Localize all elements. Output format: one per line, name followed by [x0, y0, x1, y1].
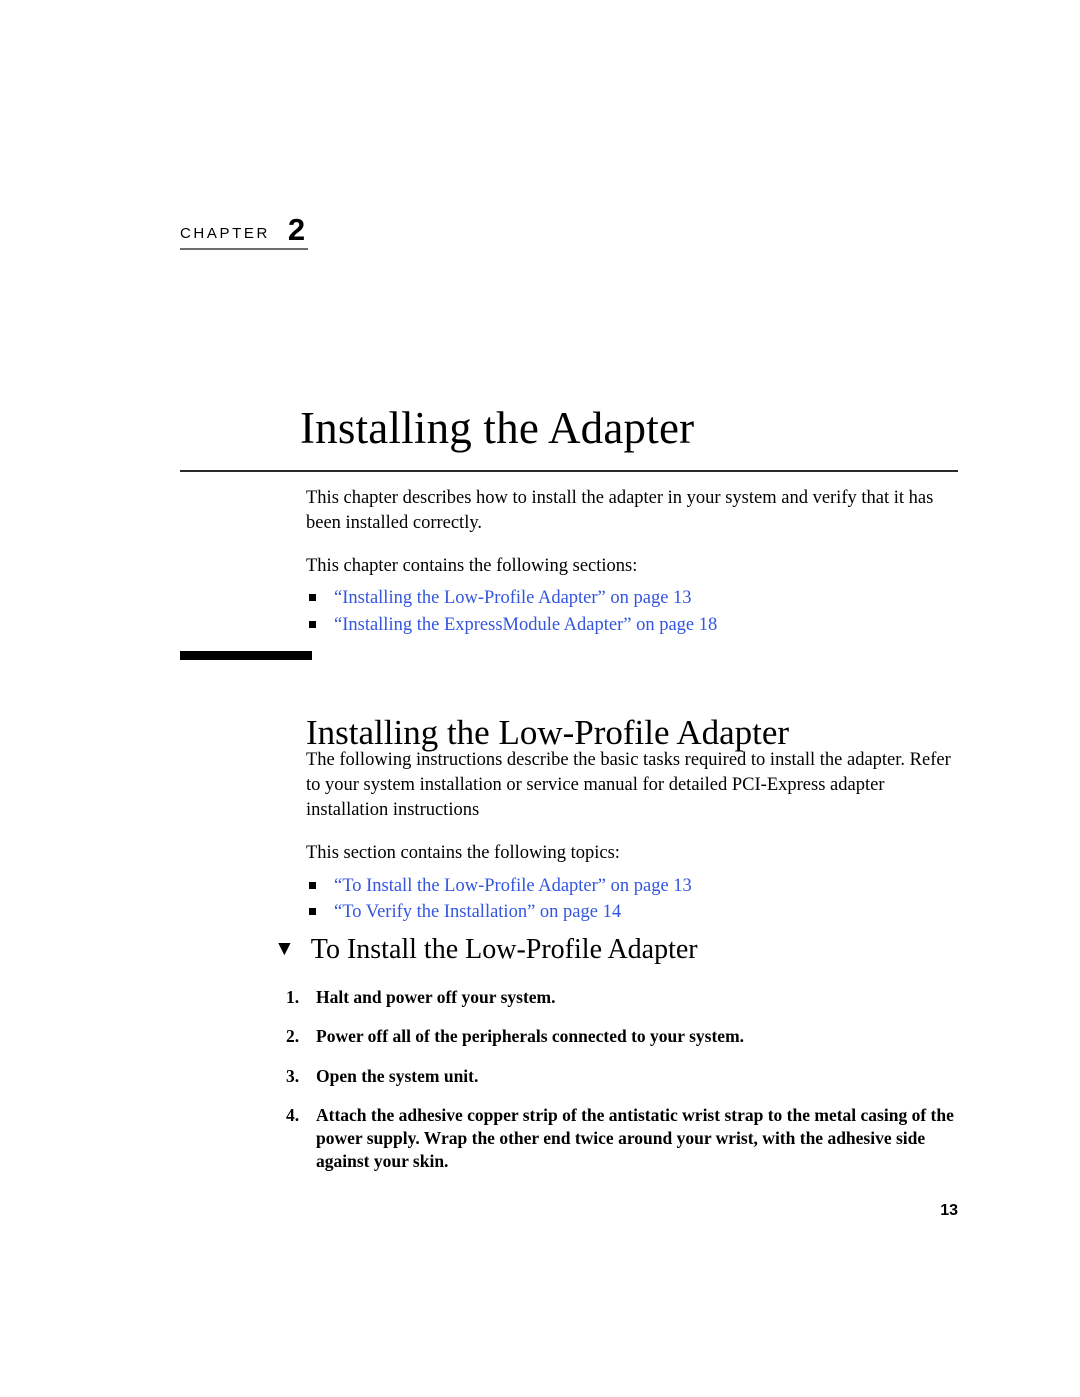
- chapter-eyebrow-row: CHAPTER 2: [180, 212, 480, 247]
- step-text: Halt and power off your system.: [316, 987, 556, 1007]
- list-item: “Installing the Low-Profile Adapter” on …: [306, 585, 954, 611]
- list-item: 1. Halt and power off your system.: [286, 986, 962, 1009]
- list-item: 3. Open the system unit.: [286, 1065, 962, 1088]
- chapter-section-link-list: “Installing the Low-Profile Adapter” on …: [306, 585, 954, 638]
- list-item: “To Install the Low-Profile Adapter” on …: [306, 873, 954, 899]
- step-number: 1.: [286, 987, 300, 1007]
- step-number: 3.: [286, 1065, 300, 1086]
- xref-link-installing-low-profile[interactable]: “Installing the Low-Profile Adapter” on …: [334, 588, 692, 608]
- list-item: 2. Power off all of the peripherals conn…: [286, 1025, 962, 1048]
- page-title: Installing the Adapter: [300, 403, 695, 454]
- step-text: Open the system unit.: [316, 1065, 479, 1086]
- square-bullet-icon: [309, 907, 316, 915]
- procedure-step-list: 1. Halt and power off your system. 2. Po…: [286, 986, 962, 1190]
- section-heading-bar: [180, 651, 312, 660]
- step-number: 4.: [286, 1104, 300, 1125]
- section-intro-block: The following instructions describe the …: [306, 748, 954, 925]
- list-item: 4. Attach the adhesive copper strip of t…: [286, 1104, 962, 1174]
- chapter-eyebrow: CHAPTER 2: [180, 212, 480, 250]
- procedure-heading: ▼ To Install the Low-Profile Adapter: [274, 934, 698, 966]
- document-page: CHAPTER 2 Installing the Adapter This ch…: [0, 0, 1080, 1397]
- section-topic-link-list: “To Install the Low-Profile Adapter” on …: [306, 873, 954, 926]
- list-item: “To Verify the Installation” on page 14: [306, 899, 954, 925]
- procedure-heading-label: To Install the Low-Profile Adapter: [310, 934, 698, 965]
- xref-link-to-verify-installation[interactable]: “To Verify the Installation” on page 14: [334, 902, 621, 922]
- chapter-number: 2: [287, 212, 306, 247]
- triangle-down-icon: ▼: [274, 936, 295, 960]
- list-item: “Installing the ExpressModule Adapter” o…: [306, 612, 954, 638]
- intro-paragraph-1: This chapter describes how to install th…: [306, 488, 934, 534]
- xref-link-to-install-low-profile[interactable]: “To Install the Low-Profile Adapter” on …: [334, 876, 692, 896]
- xref-link-installing-expressmodule[interactable]: “Installing the ExpressModule Adapter” o…: [334, 615, 717, 635]
- square-bullet-icon: [309, 620, 316, 628]
- square-bullet-icon: [309, 881, 316, 889]
- chapter-intro-block: This chapter describes how to install th…: [306, 486, 954, 638]
- chapter-underline-rule: [180, 248, 308, 250]
- step-text: Attach the adhesive copper strip of the …: [316, 1104, 954, 1172]
- title-divider-rule: [180, 470, 958, 472]
- section-paragraph-1: The following instructions describe the …: [306, 750, 951, 821]
- step-number: 2.: [286, 1026, 300, 1047]
- intro-paragraph-2: This chapter contains the following sect…: [306, 556, 638, 577]
- chapter-label: CHAPTER: [180, 225, 270, 242]
- step-text: Power off all of the peripherals connect…: [316, 1026, 745, 1047]
- page-number: 13: [940, 1202, 958, 1219]
- section-paragraph-2: This section contains the following topi…: [306, 843, 620, 864]
- square-bullet-icon: [309, 594, 316, 602]
